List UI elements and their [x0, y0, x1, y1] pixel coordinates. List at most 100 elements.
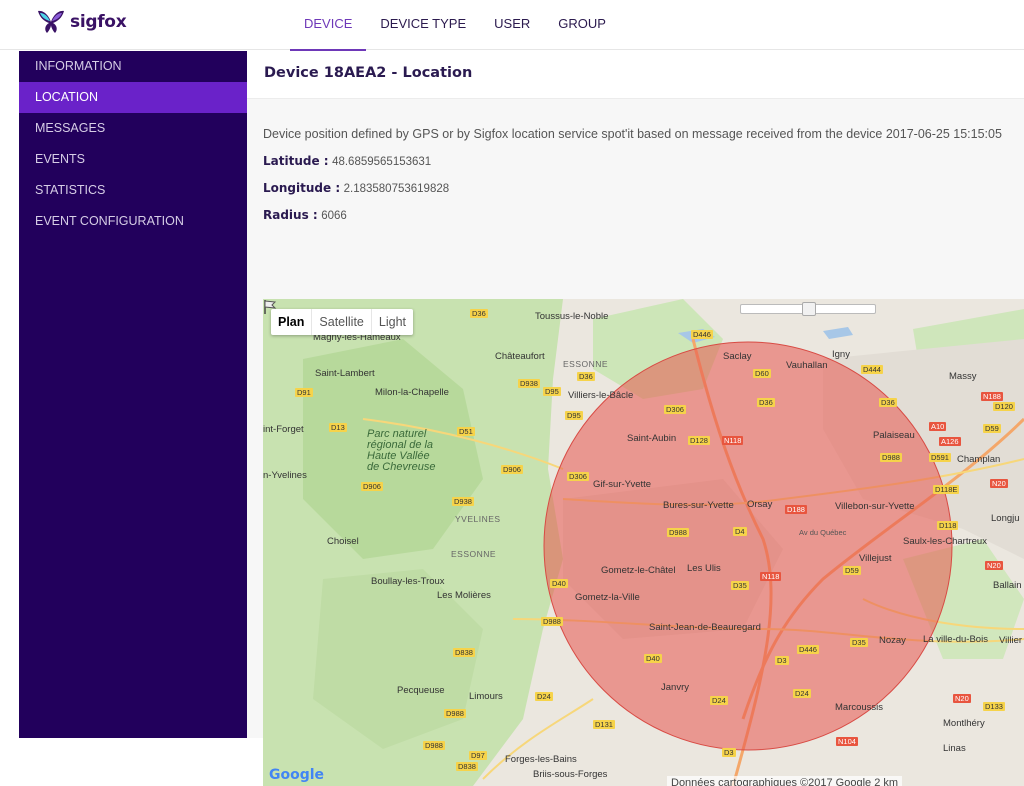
- sidebar-item-location[interactable]: LOCATION: [19, 82, 247, 113]
- location-panel: Device position defined by GPS or by Sig…: [247, 99, 1024, 786]
- map-label-saint-forget: int-Forget: [263, 424, 304, 435]
- road-d938-b: D938: [452, 497, 474, 506]
- road-d128: D128: [688, 436, 710, 445]
- map-type-light-button[interactable]: Light: [370, 309, 413, 335]
- main-nav: DEVICE DEVICE TYPE USER GROUP: [290, 0, 620, 51]
- sidebar-item-statistics[interactable]: STATISTICS: [19, 175, 247, 206]
- map-label-champlan: Champlan: [957, 454, 1001, 465]
- map-label-igny: Igny: [832, 349, 850, 360]
- map-label-saclay: Saclay: [723, 351, 752, 362]
- map-label-la-ville-du-bois: La ville-du-Bois: [923, 634, 988, 645]
- road-d306-a: D306: [664, 405, 686, 414]
- map-label-saulx: Saulx-les-Chartreux: [903, 536, 987, 547]
- road-d838-b: D838: [456, 762, 478, 771]
- road-d60: D60: [753, 369, 771, 378]
- road-d188: D188: [785, 505, 807, 514]
- map-label-choisel: Choisel: [327, 536, 359, 547]
- longitude-value: 2.183580753619828: [343, 183, 450, 195]
- map-type-satellite-button[interactable]: Satellite: [311, 309, 370, 335]
- road-d906-a: D906: [361, 482, 383, 491]
- road-d988-b: D988: [667, 528, 689, 537]
- road-d36-d: D36: [879, 398, 897, 407]
- map-label-gometz-chatel: Gometz-le-Châtel: [601, 565, 676, 576]
- road-n104: N104: [836, 737, 858, 746]
- road-n188: N188: [981, 392, 1003, 401]
- road-d988-c: D988: [541, 617, 563, 626]
- sidebar-item-information[interactable]: INFORMATION: [19, 51, 247, 82]
- road-a126: A126: [939, 437, 961, 446]
- road-d59-a: D59: [983, 424, 1001, 433]
- page-header: Device 18AEA2 - Location: [247, 51, 1024, 99]
- map-label-essonne-2: ESSONNE: [563, 359, 609, 369]
- logo-text: sigfox: [70, 12, 127, 32]
- sidebar-item-event-configuration[interactable]: EVENT CONFIGURATION: [19, 206, 247, 237]
- road-d446-b: D446: [797, 645, 819, 654]
- road-av-quebec: Av du Québec: [799, 528, 847, 537]
- road-d133: D133: [983, 702, 1005, 711]
- sidebar-item-messages[interactable]: MESSAGES: [19, 113, 247, 144]
- road-d59-b: D59: [843, 566, 861, 575]
- tab-device-type[interactable]: DEVICE TYPE: [366, 0, 480, 50]
- road-a10: A10: [929, 422, 947, 431]
- tab-device[interactable]: DEVICE: [290, 0, 367, 51]
- page-title: Device 18AEA2 - Location: [264, 65, 473, 81]
- road-d444: D444: [861, 365, 883, 374]
- road-d36-a: D36: [470, 309, 488, 318]
- map-label-montlhery: Montlhéry: [943, 718, 985, 729]
- latitude-label: Latitude :: [263, 154, 329, 168]
- main-content: Device 18AEA2 - Location Device position…: [247, 51, 1024, 786]
- road-d51: D51: [457, 427, 475, 436]
- road-d95-b: D95: [565, 411, 583, 420]
- map-label-briis: Briis-sous-Forges: [533, 769, 608, 780]
- top-navbar: sigfox DEVICE DEVICE TYPE USER GROUP: [0, 0, 1024, 51]
- road-d13: D13: [329, 423, 347, 432]
- map-label-nozay: Nozay: [879, 635, 906, 646]
- map-label-massy: Massy: [949, 371, 977, 382]
- map-zoom-slider[interactable]: [740, 302, 876, 316]
- zoom-slider-handle[interactable]: [802, 302, 816, 316]
- map-label-boullay: Boullay-les-Troux: [371, 576, 445, 587]
- map-label-saint-aubin: Saint-Aubin: [627, 433, 677, 444]
- google-logo: Google: [269, 767, 325, 783]
- road-n20-a: N20: [990, 479, 1008, 488]
- road-d938-a: D938: [518, 379, 540, 388]
- map-label-park: Parc naturel régional de la Haute Vallée de…: [367, 428, 436, 473]
- map-label-longju: Longju: [991, 513, 1020, 524]
- butterfly-icon: [38, 10, 64, 33]
- radius-value: 6066: [321, 210, 347, 222]
- road-d24-c: D24: [793, 689, 811, 698]
- road-d988-e: D988: [423, 741, 445, 750]
- longitude-label: Longitude :: [263, 181, 341, 195]
- tab-group[interactable]: GROUP: [544, 0, 620, 50]
- map-attribution: Données cartographiques ©2017 Google 2 k…: [667, 776, 903, 786]
- sidebar-item-events[interactable]: EVENTS: [19, 144, 247, 175]
- map-label-villejust: Villejust: [859, 553, 892, 564]
- tab-user[interactable]: USER: [480, 0, 544, 50]
- map-label-gif: Gif-sur-Yvette: [593, 479, 652, 490]
- sigfox-logo[interactable]: sigfox: [36, 9, 127, 35]
- road-n118-b: N118: [760, 572, 782, 581]
- map-label-molieres: Les Molières: [437, 590, 491, 601]
- map-label-essarts: n-Yvelines: [263, 470, 307, 481]
- map-label-milon: Milon-la-Chapelle: [375, 387, 449, 398]
- map-label-forges: Forges-les-Bains: [505, 754, 577, 765]
- map-label-linas: Linas: [943, 743, 966, 754]
- map-label-gometz-ville: Gometz-la-Ville: [575, 592, 640, 603]
- road-d24-b: D24: [710, 696, 728, 705]
- road-d97: D97: [469, 751, 487, 760]
- road-d306-b: D306: [567, 472, 589, 481]
- map-label-villier: Villier: [999, 635, 1023, 646]
- road-d4: D4: [733, 527, 747, 536]
- radius-row: Radius : 6066: [263, 208, 1024, 222]
- location-map[interactable]: Toussus-le-Noble Magny-les-Hameaux Châte…: [263, 299, 1024, 786]
- latitude-value: 48.6859565153631: [332, 156, 432, 168]
- road-d40-a: D40: [550, 579, 568, 588]
- map-type-plan-button[interactable]: Plan: [271, 309, 311, 335]
- road-d40-b: D40: [644, 654, 662, 663]
- road-d118: D118: [937, 521, 959, 530]
- map-label-toussus: Toussus-le-Noble: [535, 311, 609, 322]
- map-label-saint-lambert: Saint-Lambert: [315, 368, 375, 379]
- map-label-essonne: ESSONNE: [451, 549, 497, 559]
- map-label-marcoussis: Marcoussis: [835, 702, 884, 713]
- road-d36-b: D36: [577, 372, 595, 381]
